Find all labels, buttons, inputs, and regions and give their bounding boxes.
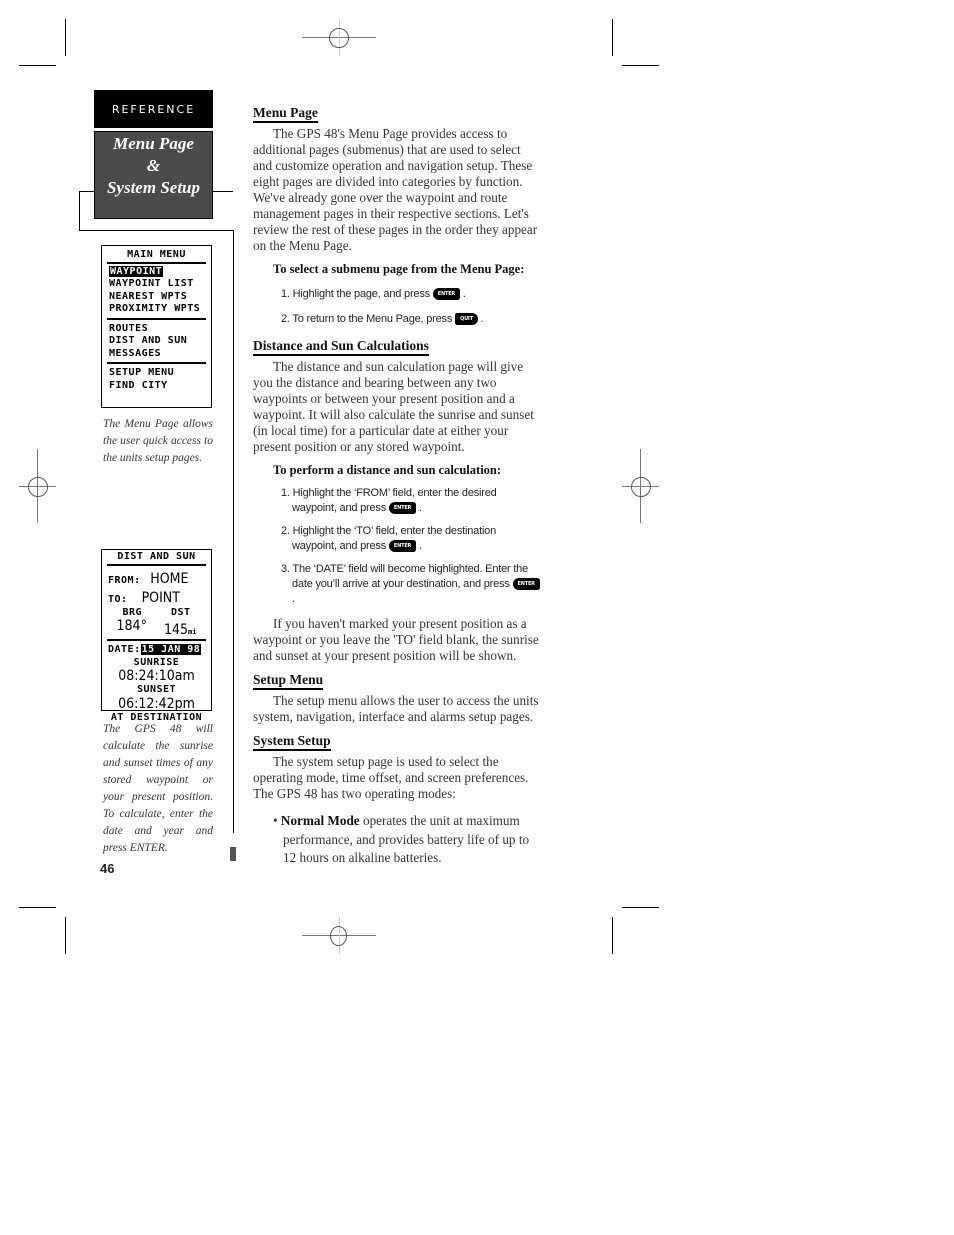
menu-item: NEAREST WPTS [109,290,188,302]
crop-mark [612,19,613,56]
procedure-steps: 1. Highlight the ‘FROM’ field, enter the… [253,486,541,607]
menu-item: WAYPOINT LIST [109,278,194,289]
procedure-step: 2. Highlight the ‘TO’ field, enter the d… [281,525,497,553]
procedure-title: To perform a distance and sun calculatio… [273,463,502,477]
screen-title: DIST AND SUN [107,551,206,566]
menu-separator [107,317,206,320]
column-rule [233,230,234,833]
dist-sun-screen: DIST AND SUN FROM: HOME TO: POINT BRG DST… [101,549,212,723]
divider [79,230,234,231]
sunset-label: SUNSET [136,684,177,695]
screen-title: MAIN MENU [107,249,206,264]
section-tab: REFERENCE [94,90,213,128]
menu-separator [107,362,206,364]
dst-unit: mi [188,628,197,636]
to-label: TO: [108,594,128,605]
section-heading: System Setup [253,733,331,751]
menu-item: DIST AND SUN [109,335,188,346]
enter-key-icon: ENTER [512,578,540,591]
divider [79,191,80,230]
dist-sun-caption: The GPS 48 will calculate the sunrise an… [103,723,213,854]
sunset-value: 06:12:42pm [118,695,195,712]
procedure-step: 2. To return to the Menu Page, press QUI… [281,313,484,326]
procedure-steps: 1. Highlight the page, and press ENTER .… [253,287,541,327]
divider [213,191,233,192]
main-menu-screen: MAIN MENU WAYPOINT WAYPOINT LIST NEAREST… [101,245,212,408]
body-paragraph: The GPS 48's Menu Page provides access t… [253,126,538,253]
procedure-step: 3. The ‘DATE’ field will become highligh… [281,562,541,607]
crop-mark [622,65,659,66]
to-value: POINT [141,590,180,606]
bullet-item: • Normal Mode operates the unit at maxim… [273,813,530,865]
dst-label: DST [170,606,191,618]
crop-mark [65,19,66,56]
body-paragraph: The system setup page is used to select … [253,754,529,801]
menu-item: ROUTES [109,322,149,334]
menu-item: PROXIMITY WPTS [109,303,201,314]
section-heading: Distance and Sun Calculations [253,338,429,356]
procedure-step: 1. Highlight the page, and press ENTER . [281,288,466,301]
menu-item: SETUP MENU [109,367,175,378]
menu-item-highlighted: WAYPOINT [109,265,164,277]
main-content: Menu Page The GPS 48's Menu Page provide… [253,105,541,868]
date-value: 15 JAN 98 [140,644,202,655]
main-menu-caption: The Menu Page allows the user quick acce… [103,418,213,464]
crop-mark [19,65,56,66]
quit-key-icon: QUIT [455,313,478,326]
section-heading: Menu Page [253,105,318,123]
page-number: 46 [100,861,115,876]
chapter-title-line: Menu Page [113,134,194,153]
procedure-step: 1. Highlight the ‘FROM’ field, enter the… [281,487,497,515]
body-paragraph: If you haven't marked your present posit… [253,616,539,663]
date-label: DATE: [108,644,141,655]
section-menu-page: Menu Page The GPS 48's Menu Page provide… [253,105,541,327]
menu-item: MESSAGES [109,347,162,359]
body-paragraph: The setup menu allows the user to access… [253,693,539,724]
from-value: HOME [150,570,189,587]
section-heading: Setup Menu [253,672,324,690]
crop-mark [612,917,613,954]
section-system-setup: System Setup The system setup page is us… [253,733,541,868]
divider [79,191,94,192]
bullet-term: Normal Mode [280,813,360,828]
enter-key-icon: ENTER [388,540,417,553]
crop-mark [19,907,56,908]
body-paragraph: The distance and sun calculation page wi… [253,359,534,454]
screen-separator [107,639,206,641]
chapter-title-line: System Setup [106,178,201,197]
section-setup-menu: Setup Menu The setup menu allows the use… [253,672,541,725]
menu-item: FIND CITY [109,379,168,391]
enter-key-icon: ENTER [388,502,417,515]
sunrise-value: 08:24:10am [118,668,195,684]
section-dist-sun: Distance and Sun Calculations The distan… [253,338,541,664]
dst-value: 145 [163,622,188,638]
from-label: FROM: [108,574,141,586]
brg-value: 184° [116,618,147,634]
chapter-title-box: Menu Page & System Setup [94,131,213,219]
crop-mark [65,917,66,954]
enter-key-icon: ENTER [432,288,461,301]
crop-mark [622,907,659,908]
thumb-marker [230,847,236,861]
chapter-title-line: & [146,156,161,175]
procedure-title: To select a submenu page from the Menu P… [273,262,525,276]
